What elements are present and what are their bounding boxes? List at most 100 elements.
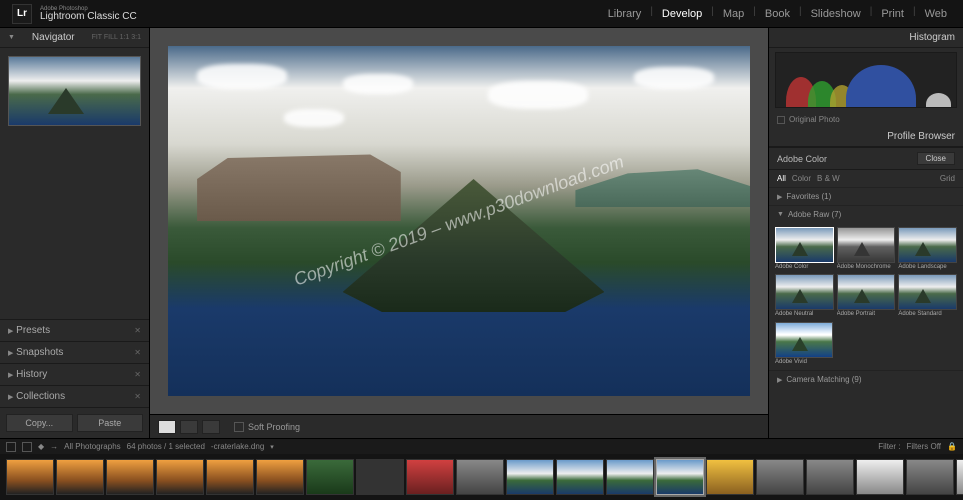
filmstrip-thumb[interactable] [606,459,654,495]
filmstrip-thumb[interactable] [306,459,354,495]
close-icon[interactable]: ✕ [134,348,141,357]
histogram[interactable] [775,52,957,108]
close-icon[interactable]: ✕ [134,370,141,379]
app-titlebar: Lr Adobe Photoshop Lightroom Classic CC … [0,0,963,28]
module-slideshow[interactable]: Slideshow [807,6,865,22]
filmstrip-thumb[interactable] [856,459,904,495]
filmstrip-thumb[interactable] [456,459,504,495]
presets-label: Presets [16,325,50,336]
profile-browser-header[interactable]: Profile Browser [769,127,963,147]
module-library[interactable]: Library [604,6,646,22]
profile-adobe-color[interactable]: Adobe Color [775,227,834,271]
filename-dropdown-icon[interactable]: ▾ [270,443,274,451]
adobe-raw-section[interactable]: ▼Adobe Raw (7) [769,205,963,223]
center-area: Copyright © 2019 – www.p30download.com S… [150,28,768,438]
filmstrip-thumb[interactable] [406,459,454,495]
filmstrip-thumb[interactable] [506,459,554,495]
compare-view-button[interactable] [202,420,220,434]
profile-adobe-portrait[interactable]: Adobe Portrait [837,274,896,318]
filmstrip[interactable] [0,454,963,500]
grid-view-button[interactable] [22,442,32,452]
filmstrip-thumb-selected[interactable] [656,459,704,495]
navigator-zoom-modes[interactable]: FIT FILL 1:1 3:1 [92,34,141,41]
panel-snapshots[interactable]: ▶ Snapshots✕ [0,341,149,363]
filmstrip-thumb[interactable] [706,459,754,495]
filmstrip-thumb[interactable] [156,459,204,495]
filmstrip-header: ◆ → All Photographs 64 photos / 1 select… [0,438,963,454]
filmstrip-thumb[interactable] [956,459,963,495]
loupe-view-button[interactable] [158,420,176,434]
filmstrip-thumb[interactable] [6,459,54,495]
profile-view-mode[interactable]: Grid [940,174,955,183]
snapshots-label: Snapshots [16,347,63,358]
navigator-header[interactable]: ▼ Navigator FIT FILL 1:1 3:1 [0,28,149,48]
original-photo-toggle[interactable]: Original Photo [769,112,963,127]
jump-forward-icon[interactable]: → [50,442,58,451]
current-profile-name: Adobe Color [777,154,827,164]
before-after-button[interactable] [180,420,198,434]
filter-all[interactable]: All [777,174,786,183]
camera-matching-label: Camera Matching (9) [786,375,861,384]
right-panel: Histogram Original Photo Profile Browser… [768,28,963,438]
original-photo-label: Original Photo [789,115,840,124]
canvas[interactable]: Copyright © 2019 – www.p30download.com [150,28,768,414]
panel-collections[interactable]: ▶ Collections✕ [0,385,149,407]
profile-label: Adobe Landscape [898,263,957,271]
module-web[interactable]: Web [921,6,951,22]
module-picker: Library| Develop| Map| Book| Slideshow| … [604,6,951,22]
left-panel: ▼ Navigator FIT FILL 1:1 3:1 ▶ Presets✕ … [0,28,150,438]
module-print[interactable]: Print [877,6,908,22]
navigator-preview[interactable] [0,48,149,134]
camera-matching-section[interactable]: ▶Camera Matching (9) [769,370,963,388]
profile-filter-row: All Color B & W Grid [769,169,963,187]
filters-off-button[interactable]: Filters Off [907,442,942,451]
navigator-thumbnail[interactable] [8,56,141,126]
filmstrip-thumb[interactable] [756,459,804,495]
filmstrip-thumb[interactable] [206,459,254,495]
profile-adobe-landscape[interactable]: Adobe Landscape [898,227,957,271]
filmstrip-thumb[interactable] [806,459,854,495]
paste-button[interactable]: Paste [77,414,144,432]
filmstrip-thumb[interactable] [556,459,604,495]
close-profile-browser-button[interactable]: Close [917,152,955,165]
filter-label: Filter : [878,442,900,451]
navigator-disclosure[interactable]: ▼ [8,34,15,41]
filmstrip-filename: -craterlake.dng [211,442,264,451]
filmstrip-thumb[interactable] [256,459,304,495]
profile-adobe-vivid[interactable]: Adobe Vivid [775,322,833,366]
second-window-button[interactable] [6,442,16,452]
panel-presets[interactable]: ▶ Presets✕ [0,319,149,341]
soft-proofing-checkbox[interactable] [234,422,244,432]
filmstrip-thumb[interactable] [906,459,954,495]
profile-adobe-monochrome[interactable]: Adobe Monochrome [837,227,896,271]
filmstrip-thumb[interactable] [356,459,404,495]
app-logo: Lr [12,4,32,24]
profile-browser-label: Profile Browser [887,131,955,142]
main-photo[interactable]: Copyright © 2019 – www.p30download.com [168,46,750,396]
module-map[interactable]: Map [719,6,748,22]
favorites-section[interactable]: ▶Favorites (1) [769,187,963,205]
profile-adobe-neutral[interactable]: Adobe Neutral [775,274,834,318]
module-develop[interactable]: Develop [658,6,706,22]
filmstrip-thumb[interactable] [106,459,154,495]
filter-bw[interactable]: B & W [817,174,840,183]
filmstrip-count: 64 photos / 1 selected [127,442,205,451]
brand: Lr Adobe Photoshop Lightroom Classic CC [12,4,137,24]
filmstrip-thumb[interactable] [56,459,104,495]
filter-lock-icon[interactable]: 🔒 [947,442,957,451]
copy-button[interactable]: Copy... [6,414,73,432]
filmstrip-source[interactable]: All Photographs [64,442,120,451]
close-icon[interactable]: ✕ [134,392,141,401]
panel-history[interactable]: ▶ History✕ [0,363,149,385]
profile-label: Adobe Neutral [775,310,834,318]
profile-adobe-standard[interactable]: Adobe Standard [898,274,957,318]
profile-label: Adobe Color [775,263,834,271]
close-icon[interactable]: ✕ [134,326,141,335]
profile-label: Adobe Vivid [775,358,833,366]
profile-grid: Adobe Color Adobe Monochrome Adobe Lands… [769,223,963,322]
filter-color[interactable]: Color [792,174,811,183]
histogram-header[interactable]: Histogram [769,28,963,48]
history-label: History [16,369,47,380]
jump-back-icon[interactable]: ◆ [38,442,44,451]
module-book[interactable]: Book [761,6,794,22]
